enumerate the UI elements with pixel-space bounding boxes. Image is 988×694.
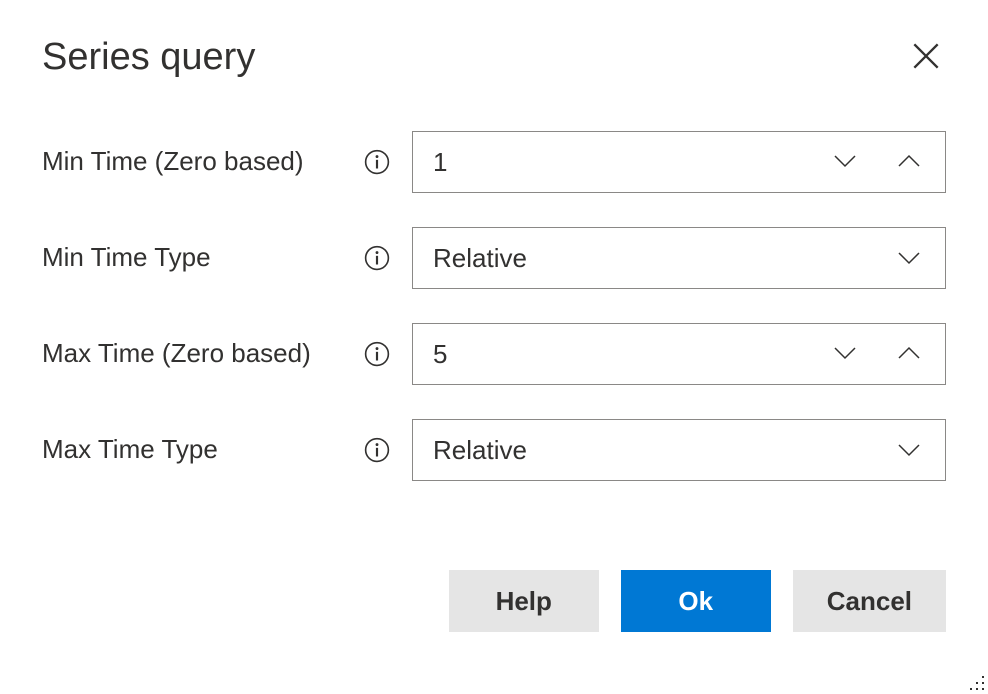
min-time-type-label: Min Time Type [42,242,211,273]
max-time-row: Max Time (Zero based) [42,323,946,385]
control-area [412,323,946,385]
series-query-dialog: Series query Min Time (Zero based) [0,0,988,694]
label-area: Max Time Type [42,434,412,465]
form-rows: Min Time (Zero based) [42,131,946,481]
control-area [412,131,946,193]
info-icon[interactable] [364,437,390,463]
chevron-down-icon [834,154,856,171]
dialog-header: Series query [42,36,946,79]
control-area: Relative [412,227,946,289]
min-time-spinner [412,131,946,193]
min-time-label: Min Time (Zero based) [42,146,304,177]
min-time-increment[interactable] [897,150,921,174]
max-time-increment[interactable] [897,342,921,366]
label-area: Min Time Type [42,242,412,273]
chevron-down-icon [897,438,921,462]
max-time-decrement[interactable] [833,342,857,366]
chevron-down-icon [897,246,921,270]
min-time-type-row: Min Time Type Relative [42,227,946,289]
chevron-down-icon [834,346,856,363]
ok-button[interactable]: Ok [621,570,771,632]
max-time-type-row: Max Time Type Relative [42,419,946,481]
label-area: Max Time (Zero based) [42,338,412,369]
max-time-input[interactable] [413,324,833,384]
min-time-input[interactable] [413,132,833,192]
max-time-type-label: Max Time Type [42,434,218,465]
info-icon[interactable] [364,341,390,367]
spinner-buttons [833,324,945,384]
info-icon[interactable] [364,245,390,271]
resize-grip-icon [968,679,986,694]
spinner-buttons [833,132,945,192]
dropdown-value: Relative [413,435,897,466]
close-button[interactable] [906,38,946,78]
chevron-up-icon [898,346,920,363]
dialog-title: Series query [42,36,255,79]
help-button[interactable]: Help [449,570,599,632]
resize-handle[interactable] [968,674,986,692]
chevron-up-icon [898,154,920,171]
max-time-type-dropdown[interactable]: Relative [412,419,946,481]
max-time-spinner [412,323,946,385]
min-time-decrement[interactable] [833,150,857,174]
control-area: Relative [412,419,946,481]
max-time-label: Max Time (Zero based) [42,338,311,369]
close-icon [912,42,940,73]
dialog-footer: Help Ok Cancel [449,570,946,632]
dropdown-value: Relative [413,243,897,274]
label-area: Min Time (Zero based) [42,146,412,177]
min-time-row: Min Time (Zero based) [42,131,946,193]
info-icon[interactable] [364,149,390,175]
min-time-type-dropdown[interactable]: Relative [412,227,946,289]
cancel-button[interactable]: Cancel [793,570,946,632]
